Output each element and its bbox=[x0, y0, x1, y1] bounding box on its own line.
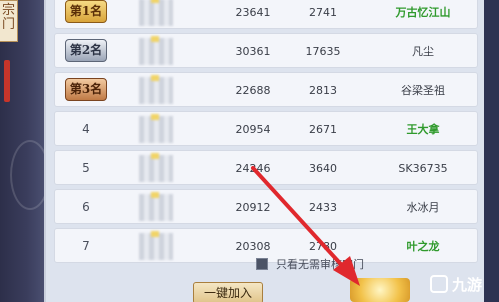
leader-name: 叶之龙 bbox=[406, 240, 440, 253]
power-value: 20912 bbox=[235, 201, 271, 214]
contribution-value: 2813 bbox=[309, 84, 337, 97]
ranking-panel: 第1名 23641 2741 万古忆江山第2名 30361 17635 凡尘第3名 22688… bbox=[44, 0, 484, 302]
watermark-text: 九游 bbox=[452, 276, 483, 294]
left-side-frame: 宗门 bbox=[0, 0, 50, 302]
rank-badge: 5 bbox=[82, 161, 90, 175]
power-value: 24246 bbox=[235, 162, 271, 175]
leader-name: 凡尘 bbox=[412, 45, 434, 58]
contribution-value: 3640 bbox=[309, 162, 337, 175]
watermark-logo-icon bbox=[430, 275, 448, 293]
power-value: 20954 bbox=[235, 123, 271, 136]
leader-name: 万古忆江山 bbox=[395, 6, 451, 19]
leader-name: 水冰月 bbox=[406, 201, 440, 214]
power-value: 22688 bbox=[235, 84, 271, 97]
blurred-avatar bbox=[139, 231, 173, 260]
leader-name: 王大拿 bbox=[406, 123, 440, 136]
table-row[interactable]: 第2名 30361 17635 凡尘 bbox=[54, 33, 478, 68]
table-row[interactable]: 第3名 22688 2813 谷梁圣祖 bbox=[54, 72, 478, 107]
blurred-avatar bbox=[139, 36, 173, 65]
table-row[interactable]: 6 20912 2433 水冰月 bbox=[54, 189, 478, 224]
rank-badge: 第1名 bbox=[65, 0, 107, 23]
leader-name: 谷梁圣祖 bbox=[401, 84, 445, 97]
contribution-value: 17635 bbox=[305, 45, 341, 58]
watermark: 九游 bbox=[430, 270, 498, 300]
contribution-value: 2741 bbox=[309, 6, 337, 19]
ranking-list: 第1名 23641 2741 万古忆江山第2名 30361 17635 凡尘第3名 22688… bbox=[54, 0, 478, 267]
contribution-value: 2433 bbox=[309, 201, 337, 214]
blurred-avatar bbox=[139, 114, 173, 143]
blurred-avatar bbox=[139, 153, 173, 182]
rank-badge: 第3名 bbox=[65, 78, 107, 101]
contribution-value: 2671 bbox=[309, 123, 337, 136]
rank-badge: 第2名 bbox=[65, 39, 107, 62]
power-value: 20308 bbox=[235, 240, 271, 253]
right-side-frame bbox=[484, 0, 499, 302]
rank-badge: 4 bbox=[82, 122, 90, 136]
no-review-checkbox[interactable] bbox=[256, 258, 268, 270]
blurred-avatar bbox=[139, 192, 173, 221]
power-value: 30361 bbox=[235, 45, 271, 58]
one-click-join-button[interactable]: 一键加入 bbox=[193, 282, 263, 302]
rank-badge: 6 bbox=[82, 200, 90, 214]
table-row[interactable]: 4 20954 2671 王大拿 bbox=[54, 111, 478, 146]
rank-badge: 7 bbox=[82, 239, 90, 253]
sect-tab[interactable]: 宗门 bbox=[0, 0, 18, 42]
power-value: 23641 bbox=[235, 6, 271, 19]
table-row[interactable]: 5 24246 3640 SK36735 bbox=[54, 150, 478, 185]
blurred-avatar bbox=[139, 75, 173, 104]
highlighted-button[interactable] bbox=[350, 278, 410, 302]
blurred-avatar bbox=[139, 0, 173, 26]
red-accent-decoration bbox=[4, 60, 10, 102]
table-row[interactable]: 第1名 23641 2741 万古忆江山 bbox=[54, 0, 478, 29]
no-review-checkbox-label: 只看无需审核宗门 bbox=[276, 258, 364, 271]
leader-name: SK36735 bbox=[398, 162, 448, 175]
